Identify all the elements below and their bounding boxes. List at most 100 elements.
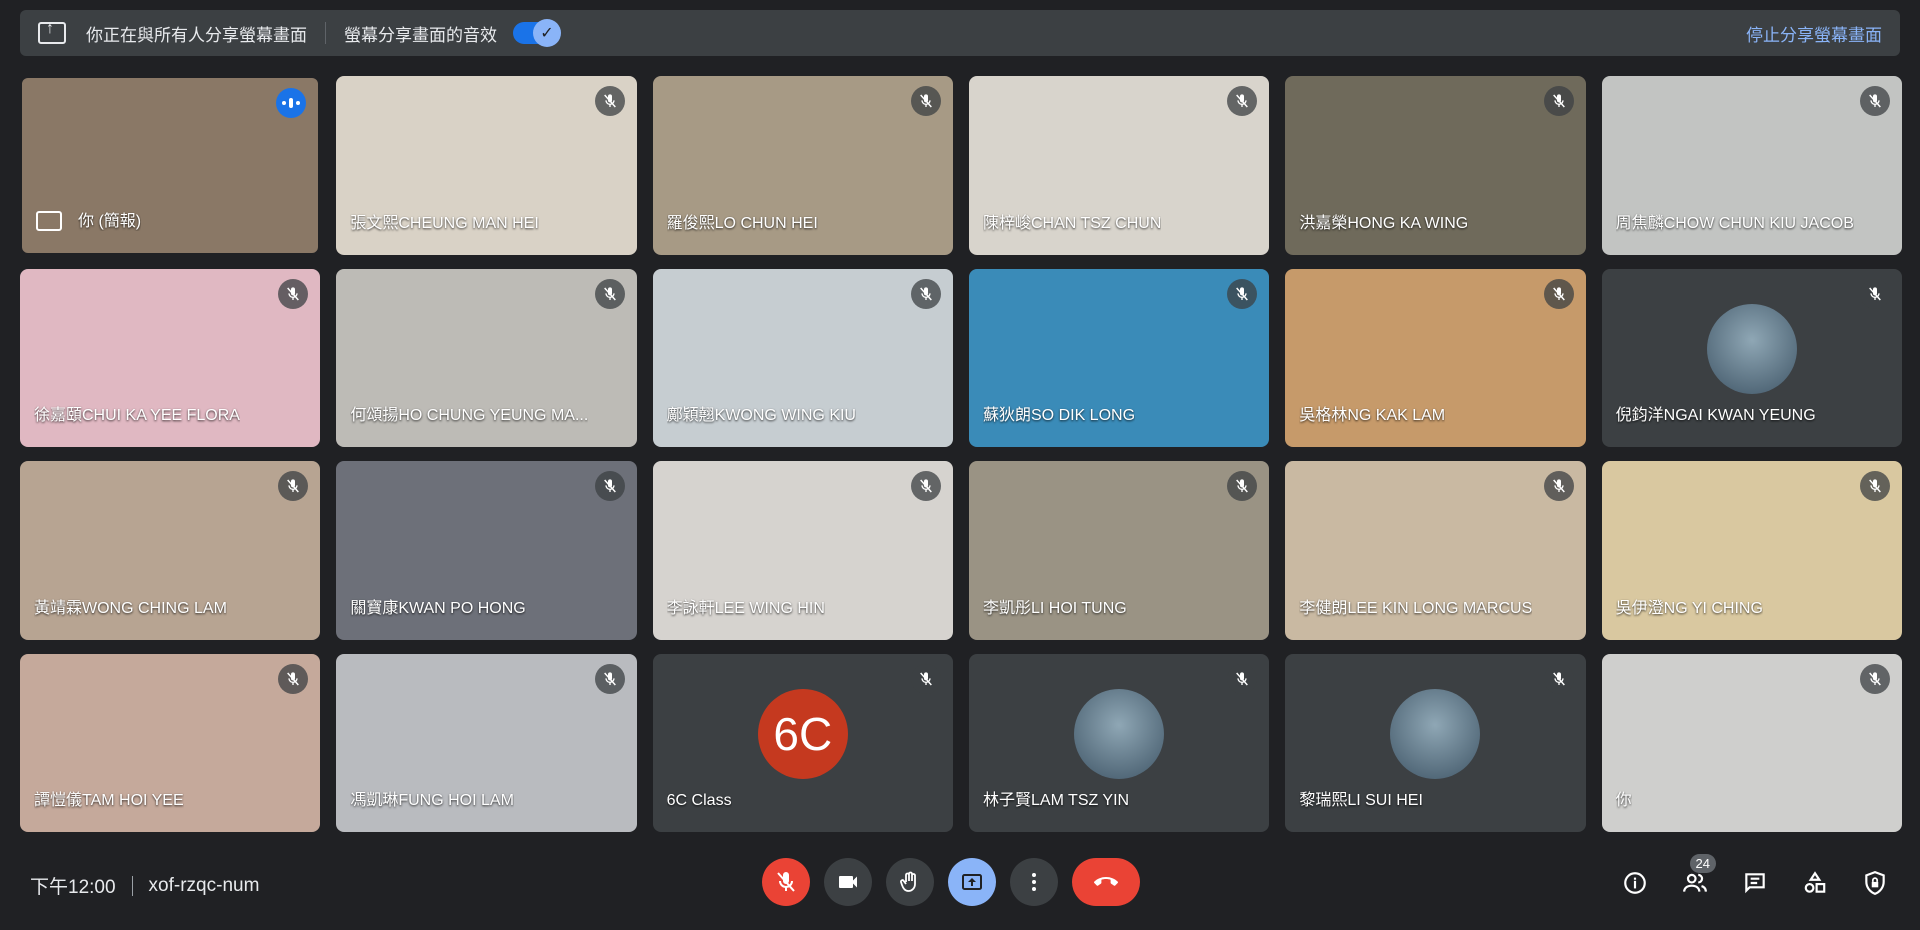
- participant-name: 林子賢LAM TSZ YIN: [983, 792, 1130, 809]
- raise-hand-button[interactable]: [886, 858, 934, 906]
- participant-tile[interactable]: 黎瑞熙LI SUI HEI: [1285, 653, 1586, 832]
- call-controls: [762, 858, 1140, 906]
- participant-tile[interactable]: 吳伊澄NG YI CHING: [1601, 461, 1902, 640]
- screen-share-banner: 你正在與所有人分享螢幕畫面 螢幕分享畫面的音效 ✓ 停止分享螢幕畫面: [20, 10, 1900, 56]
- mic-off-icon: [603, 671, 616, 685]
- mic-off-icon: [1236, 671, 1249, 685]
- present-now-button[interactable]: [948, 858, 996, 906]
- participant-name: 馮凱琳FUNG HOI LAM: [350, 792, 514, 809]
- hand-icon: [900, 871, 916, 892]
- current-time: 下午12:00: [30, 877, 116, 898]
- participant-tile[interactable]: 譚愷儀TAM HOI YEE: [20, 653, 321, 832]
- host-controls-button[interactable]: [1860, 868, 1890, 898]
- participant-name: 鄺穎翹KWONG WING KIU: [666, 407, 856, 424]
- participant-tile[interactable]: 羅俊熙LO CHUN HEI: [652, 76, 953, 255]
- muted-indicator: [911, 663, 941, 694]
- muted-indicator: [1860, 471, 1890, 501]
- participant-tile[interactable]: 吳格林NG KAK LAM: [1285, 268, 1586, 447]
- muted-indicator: [1227, 663, 1258, 694]
- meeting-details-button[interactable]: [1620, 868, 1650, 898]
- muted-indicator: [1227, 471, 1258, 501]
- mic-off-icon: [1869, 671, 1881, 685]
- muted-indicator: [278, 278, 309, 309]
- participant-name: 你: [1615, 792, 1632, 809]
- muted-indicator: [1543, 663, 1574, 694]
- stop-sharing-button[interactable]: 停止分享螢幕畫面: [1746, 21, 1882, 46]
- mic-off-icon: [1869, 94, 1881, 108]
- mic-off-icon: [920, 479, 932, 493]
- mic-off-icon: [1552, 479, 1565, 493]
- leave-call-button[interactable]: [1072, 858, 1140, 906]
- participant-name: 李詠軒LEE WING HIN: [666, 599, 825, 617]
- participant-name: 6C Class: [666, 792, 732, 809]
- mic-off-icon: [1236, 94, 1249, 108]
- participant-tile[interactable]: 李詠軒LEE WING HIN: [652, 461, 953, 640]
- muted-indicator: [1543, 471, 1574, 501]
- participant-tile[interactable]: 李凱彤LI HOI TUNG: [969, 461, 1270, 640]
- mic-off-icon: [287, 671, 300, 685]
- muted-indicator: [1543, 86, 1574, 116]
- mic-off-icon: [603, 94, 616, 108]
- muted-indicator: [1860, 278, 1890, 309]
- meeting-info: 下午12:00 xof-rzqc-num: [30, 872, 259, 899]
- participant-name: 吳伊澄NG YI CHING: [1615, 599, 1763, 617]
- people-button[interactable]: 24: [1680, 854, 1716, 898]
- muted-indicator: [594, 86, 625, 116]
- participant-tile[interactable]: 李健朗LEE KIN LONG MARCUS: [1285, 461, 1586, 640]
- participant-name: 關寶康KWAN PO HONG: [350, 599, 526, 617]
- participant-grid: 你 (簡報) 張文熙CHEUNG MAN HEI 羅俊熙LO CHUN HEI 陳梓峻…: [20, 76, 1902, 832]
- activities-button[interactable]: [1800, 868, 1830, 898]
- mic-off-icon: [1869, 286, 1881, 300]
- participant-avatar: 6C: [757, 688, 848, 779]
- participant-name: 黎瑞熙LI SUI HEI: [1299, 792, 1423, 809]
- participant-tile[interactable]: 鄺穎翹KWONG WING KIU: [652, 268, 953, 447]
- participant-tile[interactable]: 何頌揚HO CHUNG YEUNG MA...: [336, 268, 637, 447]
- mic-off-icon: [777, 872, 795, 892]
- mic-off-icon: [920, 94, 932, 108]
- right-controls: 24: [1620, 854, 1890, 898]
- check-icon: ✓: [533, 19, 561, 47]
- meeting-info-divider: [131, 875, 133, 896]
- participant-avatar: [1706, 303, 1797, 394]
- muted-indicator: [278, 471, 309, 501]
- microphone-button[interactable]: [762, 858, 810, 906]
- muted-indicator: [1543, 278, 1574, 309]
- participant-tile[interactable]: 6C 6C Class: [652, 653, 953, 832]
- participant-tile[interactable]: 周焦麟CHOW CHUN KIU JACOB: [1601, 76, 1902, 255]
- chat-button[interactable]: [1740, 868, 1770, 898]
- participant-tile[interactable]: 黃靖霖WONG CHING LAM: [20, 461, 321, 640]
- mic-off-icon: [603, 286, 616, 300]
- camera-button[interactable]: [824, 858, 872, 906]
- participant-name: 陳梓峻CHAN TSZ CHUN: [983, 214, 1162, 232]
- participant-avatar: [1074, 688, 1165, 779]
- more-options-button[interactable]: [1010, 858, 1058, 906]
- shield-lock-icon: [1865, 871, 1885, 895]
- mic-off-icon: [603, 479, 616, 493]
- participant-name: 洪嘉榮HONG KA WING: [1299, 214, 1469, 232]
- participant-tile[interactable]: 林子賢LAM TSZ YIN: [969, 653, 1270, 832]
- muted-indicator: [1860, 86, 1890, 116]
- call-end-icon: [1094, 877, 1118, 886]
- participant-tile[interactable]: 關寶康KWAN PO HONG: [336, 461, 637, 640]
- muted-indicator: [1227, 86, 1258, 116]
- muted-indicator: [911, 86, 941, 116]
- muted-indicator: [278, 663, 309, 694]
- participant-name: 羅俊熙LO CHUN HEI: [666, 214, 818, 232]
- muted-indicator: [594, 471, 625, 501]
- participant-tile[interactable]: 馮凱琳FUNG HOI LAM: [336, 653, 637, 832]
- participant-tile[interactable]: 洪嘉榮HONG KA WING: [1285, 76, 1586, 255]
- participant-name: 黃靖霖WONG CHING LAM: [34, 599, 227, 617]
- presenting-icon: [36, 210, 62, 231]
- participant-tile[interactable]: 陳梓峻CHAN TSZ CHUN: [969, 76, 1270, 255]
- participant-tile[interactable]: 你: [1601, 653, 1902, 832]
- participant-tile[interactable]: 張文熙CHEUNG MAN HEI: [336, 76, 637, 255]
- muted-indicator: [1860, 663, 1890, 694]
- participant-tile[interactable]: 蘇狄朗SO DIK LONG: [969, 268, 1270, 447]
- participant-tile[interactable]: 倪鈞洋NGAI KWAN YEUNG: [1601, 268, 1902, 447]
- mic-off-icon: [920, 286, 932, 300]
- participant-tile[interactable]: 你 (簡報): [20, 76, 321, 255]
- participant-avatar: [1390, 688, 1481, 779]
- share-audio-toggle[interactable]: ✓: [513, 19, 561, 47]
- present-to-all-icon: [962, 874, 982, 890]
- participant-tile[interactable]: 徐嘉頤CHUI KA YEE FLORA: [20, 268, 321, 447]
